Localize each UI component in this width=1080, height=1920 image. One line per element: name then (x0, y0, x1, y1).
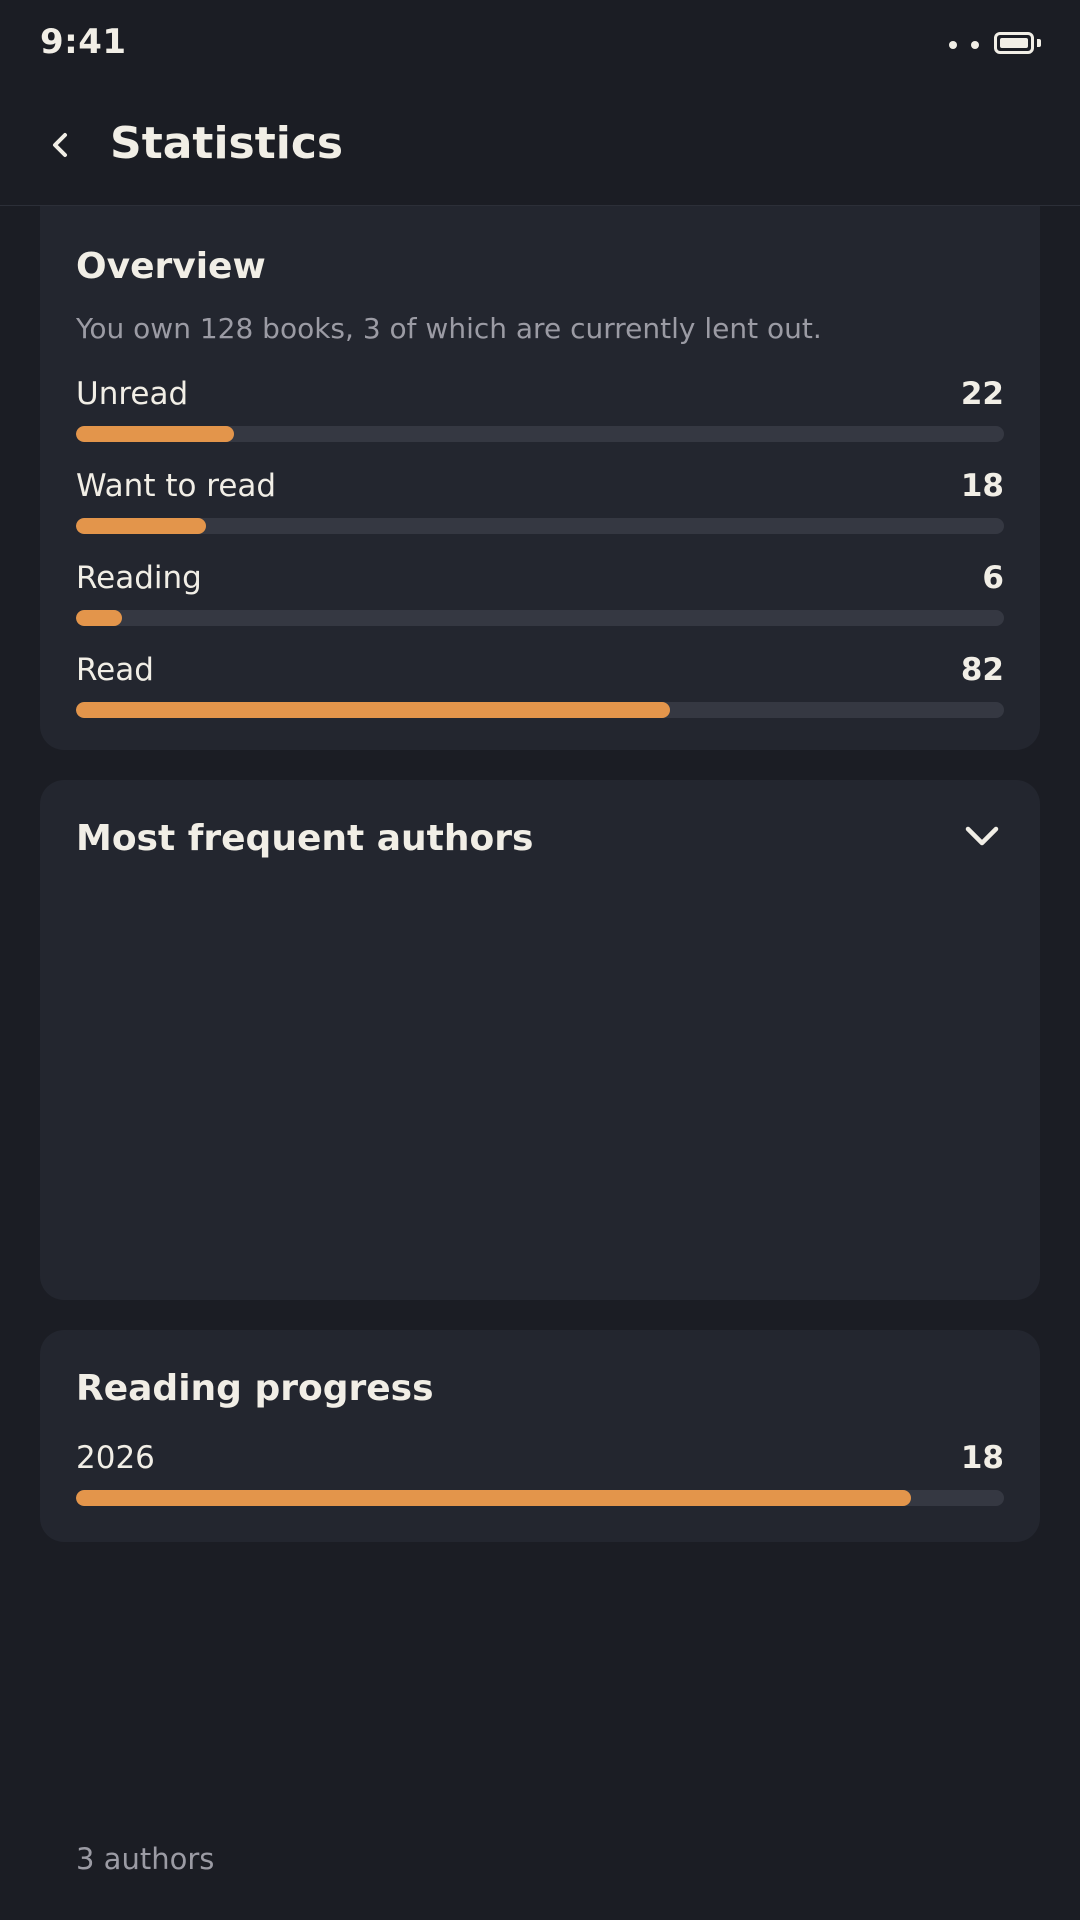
status-time: 9:41 (40, 22, 127, 62)
progress-fill (76, 518, 206, 534)
reading-progress-value: 18 (960, 1440, 1004, 1476)
chevron-left-icon (53, 133, 67, 157)
stat-label: Read (76, 652, 154, 688)
overview-title: Overview (76, 246, 266, 287)
stat-value: 18 (960, 468, 1004, 504)
progress-fill (76, 1490, 912, 1506)
progress-track (76, 610, 1004, 626)
stat-value: 82 (960, 652, 1004, 688)
authors-count: 3 authors (76, 1842, 215, 1876)
progress-fill (76, 426, 234, 442)
stat-label: Reading (76, 560, 202, 596)
stat-row-want-to-read: Want to read 18 (76, 468, 1004, 538)
chevron-down-icon (965, 826, 999, 846)
overview-card: Overview You own 128 books, 3 of which a… (40, 206, 1040, 750)
authors-card: Most frequent authors (40, 780, 1040, 1300)
battery-level (1000, 38, 1028, 48)
progress-track (76, 426, 1004, 442)
reading-progress-card: Reading progress 2026 18 (40, 1330, 1040, 1542)
signal-dot-icon (971, 41, 979, 49)
progress-track (76, 702, 1004, 718)
progress-fill (76, 702, 670, 718)
progress-fill (76, 610, 123, 626)
page-title: Statistics (110, 118, 344, 169)
app-header: Statistics (0, 90, 1080, 206)
stat-row-unread: Unread 22 (76, 376, 1004, 446)
reading-progress-title: Reading progress (76, 1368, 434, 1409)
battery-tip (1037, 39, 1041, 47)
battery-icon (994, 32, 1034, 54)
back-button[interactable] (36, 120, 86, 170)
status-bar: 9:41 (0, 0, 1080, 90)
stat-label: Unread (76, 376, 189, 412)
authors-title: Most frequent authors (76, 818, 534, 859)
stat-label: Want to read (76, 468, 277, 504)
signal-dot-icon (949, 41, 957, 49)
stat-row-read: Read 82 (76, 652, 1004, 722)
overview-subtitle: You own 128 books, 3 of which are curren… (76, 312, 822, 345)
authors-expand-button[interactable] (960, 814, 1004, 858)
progress-track (76, 1490, 1004, 1506)
progress-track (76, 518, 1004, 534)
reading-progress-row: 2026 18 (76, 1440, 1004, 1510)
stat-value: 6 (982, 560, 1004, 596)
reading-progress-year: 2026 (76, 1440, 155, 1476)
stat-value: 22 (960, 376, 1004, 412)
stat-row-reading: Reading 6 (76, 560, 1004, 630)
